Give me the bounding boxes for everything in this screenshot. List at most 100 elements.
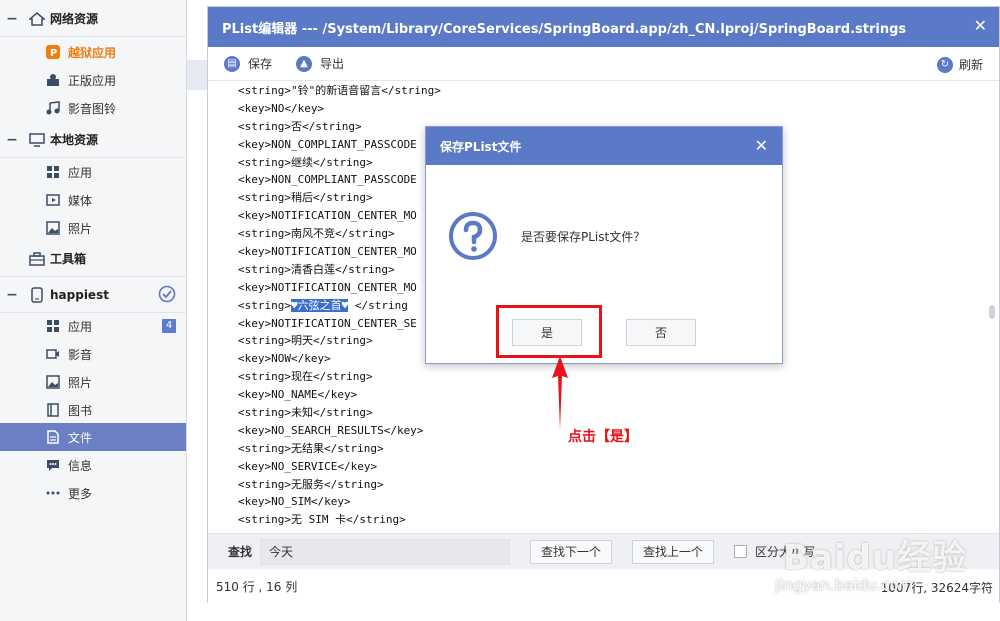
sidebar-item-label: 应用 <box>68 319 93 334</box>
toolbox-icon <box>24 251 50 266</box>
sidebar-item-jailbreak-apps[interactable]: P 越狱应用 <box>0 38 186 66</box>
editor-title-bar: PList编辑器 --- /System/Library/CoreService… <box>208 7 999 47</box>
sidebar: − 网络资源 P 越狱应用 正版应用 影音图铃 − 本地资源 应用 媒体 照片 … <box>0 0 187 621</box>
code-line: <key>NO_NAME</key> <box>238 388 358 402</box>
sidebar-item-label: 应用 <box>68 165 93 180</box>
annotation-arrow-icon <box>552 356 568 430</box>
apps-grid-icon <box>46 319 68 333</box>
sidebar-item-device-apps[interactable]: 应用 4 <box>0 312 186 340</box>
code-line: <string>无 SIM 卡</string> <box>238 513 406 527</box>
sidebar-item-label: 照片 <box>68 375 93 390</box>
photo-icon <box>46 375 68 389</box>
sidebar-item-media-ringtones[interactable]: 影音图铃 <box>0 94 186 122</box>
save-button[interactable]: ▤ 保存 <box>224 55 272 72</box>
sidebar-item-label: 影音 <box>68 347 93 362</box>
sidebar-item-device-books[interactable]: 图书 <box>0 396 186 424</box>
code-line: <string>未知</string> <box>238 406 373 420</box>
sidebar-item-device-messages[interactable]: 信息 <box>0 451 186 479</box>
code-line: <string>"铃"的新语音留言</string> <box>238 84 441 97</box>
home-icon <box>24 11 50 26</box>
code-line: <string>无服务</string> <box>238 477 384 491</box>
sidebar-item-label: 媒体 <box>68 193 93 208</box>
music-icon <box>46 101 68 115</box>
dialog-title-bar: 保存PList文件 ✕ <box>426 127 782 165</box>
sidebar-item-label: 更多 <box>68 486 93 501</box>
sidebar-item-label: 越狱应用 <box>68 45 117 60</box>
collapse-icon[interactable]: − <box>0 287 24 303</box>
connected-check-icon <box>158 285 176 306</box>
sidebar-item-device-more[interactable]: 更多 <box>0 479 186 507</box>
apps-grid-icon <box>46 165 68 179</box>
media-icon <box>46 193 68 207</box>
code-line: <string>现在</string> <box>238 370 373 384</box>
group-label: 本地资源 <box>50 133 99 147</box>
group-label: 工具箱 <box>50 252 87 266</box>
group-device-happiest[interactable]: − happiest <box>0 277 186 313</box>
count-badge: 4 <box>162 319 176 333</box>
group-label: 网络资源 <box>50 12 99 26</box>
collapse-icon[interactable]: − <box>0 11 24 27</box>
no-button[interactable]: 否 <box>626 319 696 346</box>
close-icon[interactable]: ✕ <box>974 16 987 35</box>
file-icon <box>46 430 68 444</box>
group-label: happiest <box>50 287 109 302</box>
annotation-text: 点击【是】 <box>568 429 638 445</box>
sidebar-item-device-files[interactable]: 文件 <box>0 423 186 451</box>
refresh-button[interactable]: ↻ 刷新 <box>936 56 983 73</box>
svg-text:P: P <box>50 48 57 59</box>
book-icon <box>46 403 68 417</box>
sidebar-item-genuine-apps[interactable]: 正版应用 <box>0 66 186 94</box>
find-bar: 查找 查找下一个 查找上一个 区分大小写 <box>208 533 999 569</box>
phone-icon <box>24 286 50 303</box>
genuine-app-icon <box>46 73 68 87</box>
group-toolbox[interactable]: 工具箱 <box>0 241 186 277</box>
find-input[interactable] <box>260 538 510 565</box>
selected-text: ♥六弦之首♥ <box>290 298 349 312</box>
find-label: 查找 <box>228 545 253 559</box>
status-bar: 510 行 , 16 列 1007行, 32624字符 <box>208 569 999 603</box>
scrollbar-thumb[interactable] <box>989 305 995 319</box>
find-prev-button[interactable]: 查找上一个 <box>632 539 715 564</box>
sidebar-item-label: 影音图铃 <box>68 101 117 116</box>
photo-icon <box>46 221 68 235</box>
dialog-title: 保存PList文件 <box>440 139 522 154</box>
video-icon <box>46 347 68 361</box>
export-icon: ▲ <box>296 55 313 72</box>
collapse-icon[interactable]: − <box>0 132 24 148</box>
editor-title: PList编辑器 --- /System/Library/CoreService… <box>222 21 907 37</box>
case-sensitive-checkbox[interactable] <box>734 545 748 558</box>
sidebar-item-local-media[interactable]: 媒体 <box>0 186 186 214</box>
case-sensitive-label: 区分大小写 <box>755 545 816 559</box>
dialog-message: 是否要保存PList文件？ <box>521 230 646 244</box>
code-line: <key>NO_SERVICE</key> <box>238 459 378 473</box>
export-button[interactable]: ▲ 导出 <box>296 55 344 72</box>
sidebar-item-local-apps[interactable]: 应用 <box>0 158 186 186</box>
code-line: <key>NO</key> <box>238 101 325 115</box>
group-network-resources[interactable]: − 网络资源 <box>0 1 186 37</box>
sidebar-item-label: 信息 <box>68 458 93 473</box>
sidebar-item-label: 照片 <box>68 221 93 236</box>
sidebar-item-label: 正版应用 <box>68 73 117 88</box>
code-line: <key>NO_SIM</key> <box>238 495 351 509</box>
message-icon <box>46 458 68 472</box>
sidebar-item-label: 图书 <box>68 403 93 418</box>
jailbreak-app-icon: P <box>46 45 68 59</box>
save-icon: ▤ <box>224 55 240 72</box>
sidebar-item-label: 文件 <box>68 430 93 445</box>
editor-toolbar: ▤ 保存 ▲ 导出 ↻ 刷新 <box>208 47 999 81</box>
cursor-position: 510 行 , 16 列 <box>216 579 298 594</box>
question-icon <box>448 211 498 264</box>
annotation-highlight-box <box>496 305 602 358</box>
document-stats: 1007行, 32624字符 <box>880 581 993 595</box>
sidebar-item-local-photos[interactable]: 照片 <box>0 214 186 242</box>
sidebar-item-device-video[interactable]: 影音 <box>0 340 186 368</box>
more-icon <box>46 486 68 500</box>
sidebar-item-device-photos[interactable]: 照片 <box>0 368 186 396</box>
find-next-button[interactable]: 查找下一个 <box>530 539 613 564</box>
monitor-icon <box>24 132 50 147</box>
group-local-resources[interactable]: − 本地资源 <box>0 122 186 158</box>
refresh-icon: ↻ <box>936 56 953 73</box>
background-app-area <box>187 0 209 621</box>
close-icon[interactable]: ✕ <box>755 136 768 155</box>
save-plist-dialog: 保存PList文件 ✕ 是否要保存PList文件？ 是 否 <box>425 126 783 364</box>
